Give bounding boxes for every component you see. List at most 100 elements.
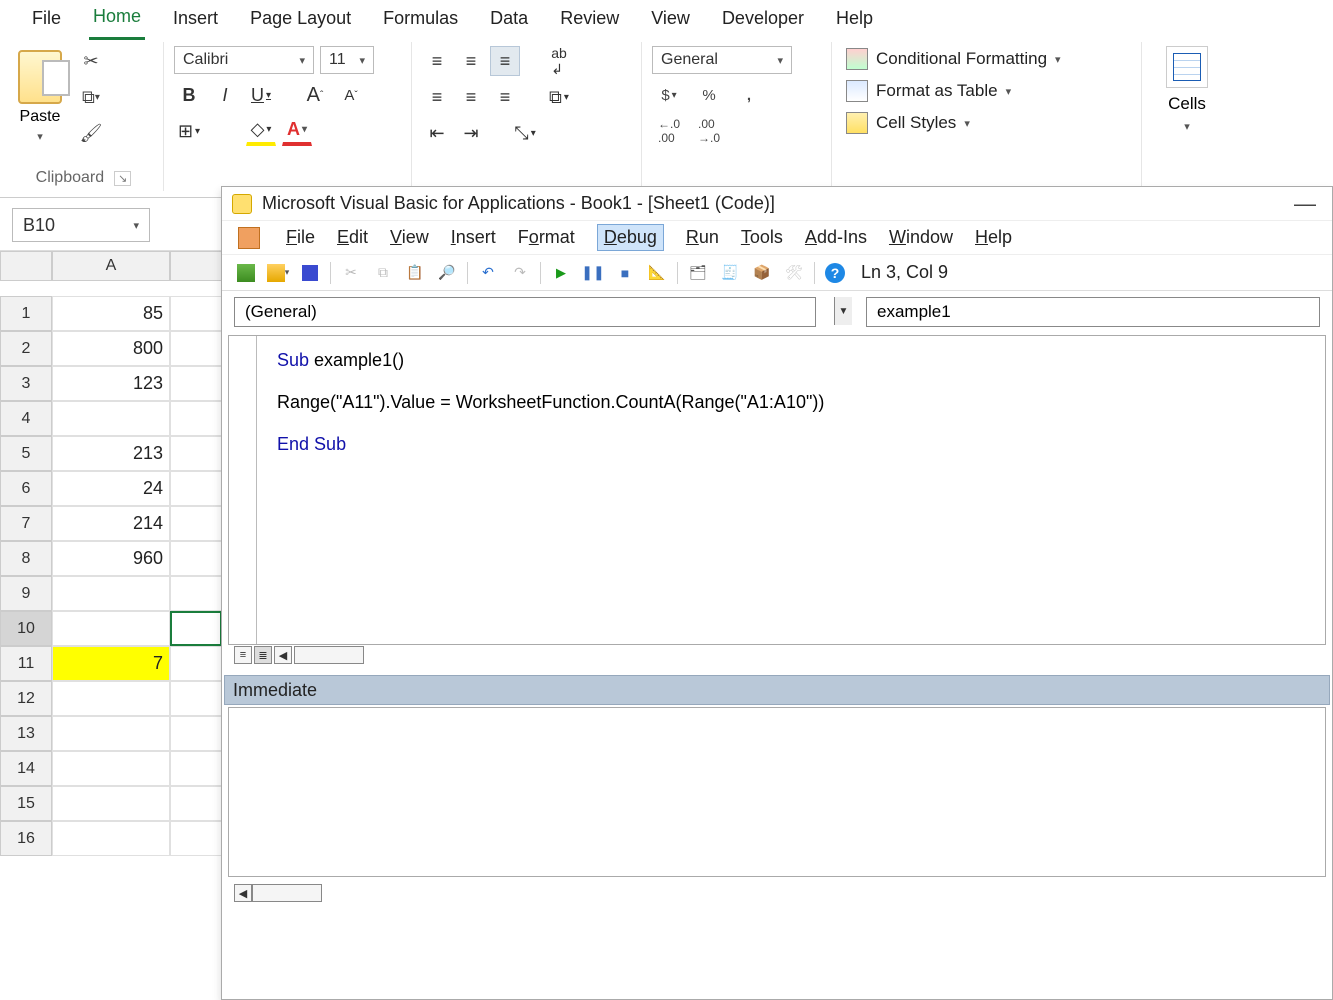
tab-data[interactable]: Data xyxy=(486,6,532,39)
align-left-button[interactable]: ≡ xyxy=(422,82,452,112)
cell-A8[interactable]: 960 xyxy=(52,541,170,576)
cell-A12[interactable] xyxy=(52,681,170,716)
row-header-1[interactable]: 1 xyxy=(0,296,52,331)
format-as-table-button[interactable]: Format as Table▾ xyxy=(842,78,1131,104)
minimize-icon[interactable]: — xyxy=(1288,191,1322,217)
cell-B3[interactable] xyxy=(170,366,222,401)
vbe-menu-format[interactable]: Format xyxy=(518,227,575,248)
vbe-copy-button[interactable]: ⧉ xyxy=(371,261,395,285)
align-middle-button[interactable]: ≡ xyxy=(456,46,486,76)
cell-A7[interactable]: 214 xyxy=(52,506,170,541)
vbe-titlebar[interactable]: Microsoft Visual Basic for Applications … xyxy=(222,187,1332,221)
cell-A1[interactable]: 85 xyxy=(52,296,170,331)
vbe-save-button[interactable] xyxy=(298,261,322,285)
accounting-button[interactable]: $▾ xyxy=(652,80,686,110)
vbe-menu-tools[interactable]: Tools xyxy=(741,227,783,248)
row-header-8[interactable]: 8 xyxy=(0,541,52,576)
cell-B1[interactable] xyxy=(170,296,222,331)
tab-view[interactable]: View xyxy=(647,6,694,39)
borders-button[interactable]: ⊞▾ xyxy=(174,116,204,146)
cell-A13[interactable] xyxy=(52,716,170,751)
cell-styles-button[interactable]: Cell Styles▾ xyxy=(842,110,1131,136)
cell-B4[interactable] xyxy=(170,401,222,436)
clipboard-launcher-icon[interactable]: ↘ xyxy=(114,171,131,186)
cut-button[interactable]: ✂ xyxy=(74,46,108,76)
vbe-menu-addins[interactable]: Add-Ins xyxy=(805,227,867,248)
vbe-find-button[interactable]: 🔎 xyxy=(435,261,459,285)
tab-home[interactable]: Home xyxy=(89,4,145,40)
cell-B5[interactable] xyxy=(170,436,222,471)
italic-button[interactable]: I xyxy=(210,80,240,110)
format-painter-button[interactable]: 🖌 xyxy=(74,118,108,148)
vbe-run-button[interactable]: ▶ xyxy=(549,261,573,285)
vbe-undo-button[interactable]: ↶ xyxy=(476,261,500,285)
vbe-paste-button[interactable]: 📋 xyxy=(403,261,427,285)
increase-indent-button[interactable]: ⇥ xyxy=(456,118,486,148)
procedure-combo[interactable]: example1 xyxy=(866,297,1320,327)
cell-A11[interactable]: 7 xyxy=(52,646,170,681)
full-module-view-button[interactable]: ≣ xyxy=(254,646,272,664)
row-header-7[interactable]: 7 xyxy=(0,506,52,541)
percent-button[interactable]: % xyxy=(692,80,726,110)
row-header-12[interactable]: 12 xyxy=(0,681,52,716)
underline-button[interactable]: U▾ xyxy=(246,80,276,110)
fill-color-button[interactable]: ◇▾ xyxy=(246,116,276,146)
decrease-indent-button[interactable]: ⇤ xyxy=(422,118,452,148)
conditional-formatting-button[interactable]: Conditional Formatting▾ xyxy=(842,46,1131,72)
code-text[interactable]: Sub example1() Range("A11").Value = Work… xyxy=(257,336,1325,644)
row-header-6[interactable]: 6 xyxy=(0,471,52,506)
row-header-13[interactable]: 13 xyxy=(0,716,52,751)
orientation-button[interactable]: ⤡▾ xyxy=(510,118,540,148)
vbe-help-button[interactable]: ? xyxy=(823,261,847,285)
immediate-titlebar[interactable]: Immediate xyxy=(224,675,1330,705)
row-header-15[interactable]: 15 xyxy=(0,786,52,821)
procedure-view-button[interactable]: ≡ xyxy=(234,646,252,664)
row-header-11[interactable]: 11 xyxy=(0,646,52,681)
align-top-button[interactable]: ≡ xyxy=(422,46,452,76)
row-header-3[interactable]: 3 xyxy=(0,366,52,401)
decrease-decimal-button[interactable]: .00→.0 xyxy=(692,116,726,146)
align-center-button[interactable]: ≡ xyxy=(456,82,486,112)
cell-B8[interactable] xyxy=(170,541,222,576)
row-header-9[interactable]: 9 xyxy=(0,576,52,611)
row-header-10[interactable]: 10 xyxy=(0,611,52,646)
cell-B14[interactable] xyxy=(170,751,222,786)
vbe-insert-button[interactable]: ▾ xyxy=(266,261,290,285)
vbe-menu-view[interactable]: View xyxy=(390,227,429,248)
tab-formulas[interactable]: Formulas xyxy=(379,6,462,39)
row-header-14[interactable]: 14 xyxy=(0,751,52,786)
cell-B10[interactable] xyxy=(170,611,222,646)
cell-A16[interactable] xyxy=(52,821,170,856)
tab-help[interactable]: Help xyxy=(832,6,877,39)
object-combo-arrow-icon[interactable]: ▼ xyxy=(834,297,852,325)
cell-A10[interactable] xyxy=(52,611,170,646)
row-header-4[interactable]: 4 xyxy=(0,401,52,436)
cell-A15[interactable] xyxy=(52,786,170,821)
vbe-view-excel-icon[interactable] xyxy=(238,227,260,249)
cell-A6[interactable]: 24 xyxy=(52,471,170,506)
col-header-A[interactable]: A xyxy=(52,251,170,281)
font-color-button[interactable]: A▾ xyxy=(282,116,312,146)
vbe-menu-help[interactable]: Help xyxy=(975,227,1012,248)
cell-A4[interactable] xyxy=(52,401,170,436)
cell-B12[interactable] xyxy=(170,681,222,716)
scroll-left-button[interactable]: ◀ xyxy=(274,646,292,664)
wrap-text-button[interactable]: ab↲ xyxy=(544,46,574,76)
horiz-scrollbar[interactable] xyxy=(294,646,364,664)
cell-A9[interactable] xyxy=(52,576,170,611)
font-name-combo[interactable]: Calibri▾ xyxy=(174,46,314,74)
vbe-cut-button[interactable]: ✂ xyxy=(339,261,363,285)
tab-page-layout[interactable]: Page Layout xyxy=(246,6,355,39)
vbe-properties-button[interactable]: 🧾 xyxy=(718,261,742,285)
vbe-object-browser-button[interactable]: 📦 xyxy=(750,261,774,285)
tab-insert[interactable]: Insert xyxy=(169,6,222,39)
vbe-reset-button[interactable]: ■ xyxy=(613,261,637,285)
number-format-combo[interactable]: General▾ xyxy=(652,46,792,74)
cell-B13[interactable] xyxy=(170,716,222,751)
grow-font-button[interactable]: Aˆ xyxy=(300,80,330,110)
cell-B11[interactable] xyxy=(170,646,222,681)
row-header-16[interactable]: 16 xyxy=(0,821,52,856)
align-right-button[interactable]: ≡ xyxy=(490,82,520,112)
cell-A3[interactable]: 123 xyxy=(52,366,170,401)
vbe-menu-edit[interactable]: Edit xyxy=(337,227,368,248)
